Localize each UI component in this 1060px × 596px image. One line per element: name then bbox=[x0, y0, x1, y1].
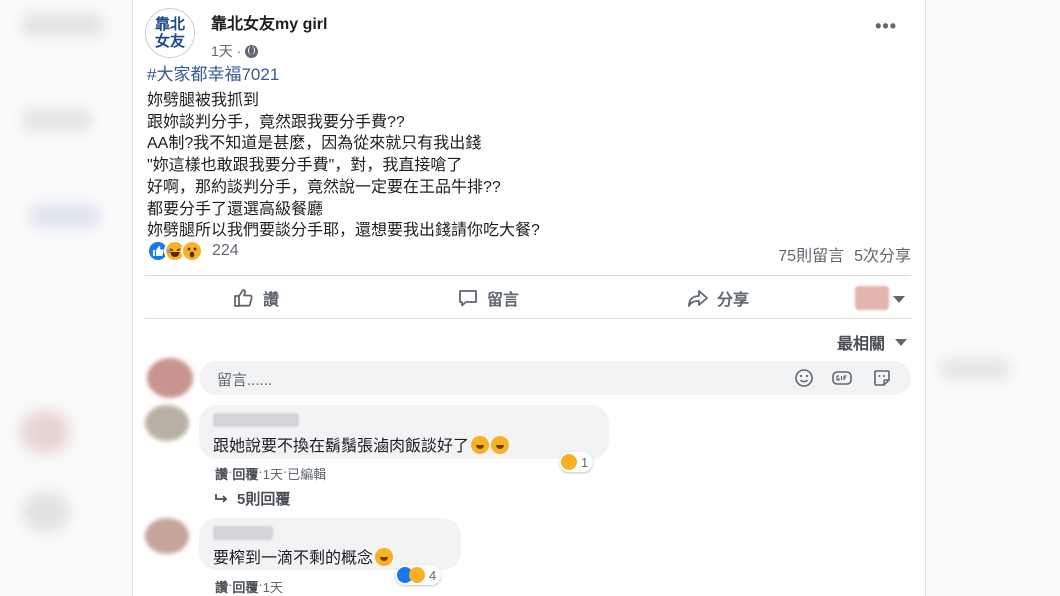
post-card: 靠北 女友 靠北女友my girl 1天 · ••• #大家都幸福7021 妳劈… bbox=[132, 0, 926, 596]
comment-time[interactable]: 1天 bbox=[263, 577, 283, 596]
reply-arrow-icon bbox=[215, 493, 228, 503]
comment-text: 要榨到一滴不剩的概念 bbox=[213, 544, 394, 568]
actor-avatar[interactable] bbox=[855, 286, 889, 310]
commenter-name[interactable] bbox=[213, 526, 273, 540]
comment-reply-link[interactable]: 回覆 bbox=[232, 464, 258, 483]
blurred-shape bbox=[30, 205, 100, 227]
comment-like-link[interactable]: 讚 bbox=[215, 464, 228, 483]
sticker-icon[interactable] bbox=[871, 368, 893, 388]
comment-reply-link[interactable]: 回覆 bbox=[232, 577, 258, 596]
comment-like-link[interactable]: 讚 bbox=[215, 577, 228, 596]
commenter-name[interactable] bbox=[213, 413, 299, 427]
blurred-shape bbox=[22, 110, 92, 130]
blurred-shape bbox=[22, 492, 70, 532]
sort-label: 最相關 bbox=[836, 336, 885, 353]
wow-reaction-icon bbox=[181, 240, 203, 262]
blurred-shape bbox=[20, 410, 70, 454]
replies-label: 5則回覆 bbox=[237, 491, 291, 508]
comment-input[interactable]: 留言...... bbox=[199, 361, 911, 395]
comment-reaction-badge[interactable]: 1 bbox=[559, 452, 594, 472]
avatar[interactable] bbox=[145, 405, 189, 441]
comment-actions: 讚 · 回覆 · 1天 bbox=[215, 577, 283, 596]
avatar[interactable] bbox=[145, 518, 189, 554]
reaction-summary[interactable]: 224 bbox=[147, 240, 239, 262]
avatar bbox=[147, 358, 193, 398]
share-arrow-icon bbox=[688, 290, 708, 307]
comment-text-content: 跟她說要不換在鬍鬚張滷肉飯談好了 bbox=[213, 438, 470, 455]
share-button[interactable]: 分享 bbox=[687, 286, 749, 310]
post-header-text: 靠北女友my girl 1天 · bbox=[211, 10, 327, 61]
divider bbox=[145, 318, 911, 319]
shares-count-link[interactable]: 5次分享 bbox=[854, 242, 911, 266]
like-label: 讚 bbox=[263, 292, 280, 309]
chevron-down-icon bbox=[895, 338, 907, 346]
comment-bubble: 跟她說要不換在鬍鬚張滷肉飯談好了 bbox=[199, 405, 609, 459]
comment-label: 留言 bbox=[487, 292, 520, 309]
chevron-down-icon[interactable] bbox=[893, 296, 905, 303]
comment-reaction-count: 1 bbox=[581, 454, 589, 470]
post-action-bar: 讚 留言 分享 bbox=[145, 278, 911, 318]
comment-button[interactable]: 留言 bbox=[457, 286, 519, 310]
laughing-emoji-icon bbox=[375, 548, 394, 566]
like-button[interactable]: 讚 bbox=[233, 286, 279, 310]
blurred-shape bbox=[22, 14, 104, 36]
wow-reaction-icon bbox=[561, 454, 577, 470]
globe-icon bbox=[245, 44, 259, 58]
post-meta: 1天 · bbox=[211, 41, 327, 61]
page-avatar[interactable]: 靠北 女友 bbox=[145, 8, 195, 58]
hashtag-link[interactable]: #大家都幸福7021 bbox=[147, 60, 279, 85]
laughing-emoji-icon bbox=[491, 436, 510, 454]
comment-reaction-count: 4 bbox=[429, 567, 437, 583]
haha-reaction-icon bbox=[409, 567, 425, 583]
thumbs-up-icon bbox=[234, 289, 253, 307]
comment-edited: 已編輯 bbox=[287, 467, 327, 482]
comment-text: 跟她說要不換在鬍鬚張滷肉飯談好了 bbox=[213, 432, 510, 456]
comments-count-link[interactable]: 75則留言 bbox=[778, 242, 844, 266]
comment-actions: 讚 · 回覆 · 1天 · 已編輯 bbox=[215, 464, 326, 483]
reaction-count: 224 bbox=[212, 242, 239, 259]
laughing-emoji-icon bbox=[471, 436, 490, 454]
avatar-text-line1: 靠北 bbox=[154, 15, 185, 33]
post-time[interactable]: 1天 bbox=[211, 41, 233, 61]
share-label: 分享 bbox=[717, 292, 750, 309]
meta-separator: · bbox=[236, 43, 242, 59]
post-header: 靠北 女友 靠北女友my girl 1天 · bbox=[145, 8, 327, 61]
blurred-shape bbox=[940, 360, 1010, 378]
divider bbox=[145, 275, 911, 276]
post-line: 都要分手了還選高級餐廳 bbox=[147, 200, 324, 218]
post-body: 妳劈腿被我抓到 跟妳談判分手，竟然跟我要分手費?? AA制?我不知道是甚麼，因為… bbox=[147, 90, 907, 242]
comment-input-placeholder: 留言...... bbox=[217, 372, 273, 389]
post-line: AA制?我不知道是甚麼，因為從來就只有我出錢 bbox=[147, 135, 482, 153]
post-stats: 75則留言 5次分享 bbox=[778, 242, 911, 266]
emoji-icon[interactable] bbox=[793, 368, 815, 388]
page-name-link[interactable]: 靠北女友my girl bbox=[211, 10, 327, 34]
post-line: "妳這樣也敢跟我要分手費"，對，我直接嗆了 bbox=[147, 157, 463, 175]
more-options-button[interactable]: ••• bbox=[875, 16, 897, 37]
post-line: 妳劈腿被我抓到 bbox=[147, 92, 260, 109]
comment-bubble: 要榨到一滴不剩的概念 bbox=[199, 518, 461, 570]
comment-sort-dropdown[interactable]: 最相關 bbox=[837, 330, 907, 354]
view-replies-link[interactable]: 5則回覆 bbox=[215, 488, 290, 509]
comment-reaction-badge[interactable]: 4 bbox=[395, 565, 442, 585]
post-line: 妳劈腿所以我們要談分手耶，還想要我出錢請你吃大餐? bbox=[147, 222, 540, 240]
post-line: 好啊，那約談判分手，竟然說一定要在王品牛排?? bbox=[147, 178, 501, 196]
comment-text-content: 要榨到一滴不剩的概念 bbox=[213, 550, 374, 567]
comment-icon bbox=[459, 290, 477, 307]
post-line: 跟妳談判分手，竟然跟我要分手費?? bbox=[147, 113, 405, 131]
comment-time[interactable]: 1天 bbox=[263, 464, 283, 483]
avatar-text-line2: 女友 bbox=[154, 32, 185, 50]
gif-icon[interactable] bbox=[831, 368, 853, 388]
